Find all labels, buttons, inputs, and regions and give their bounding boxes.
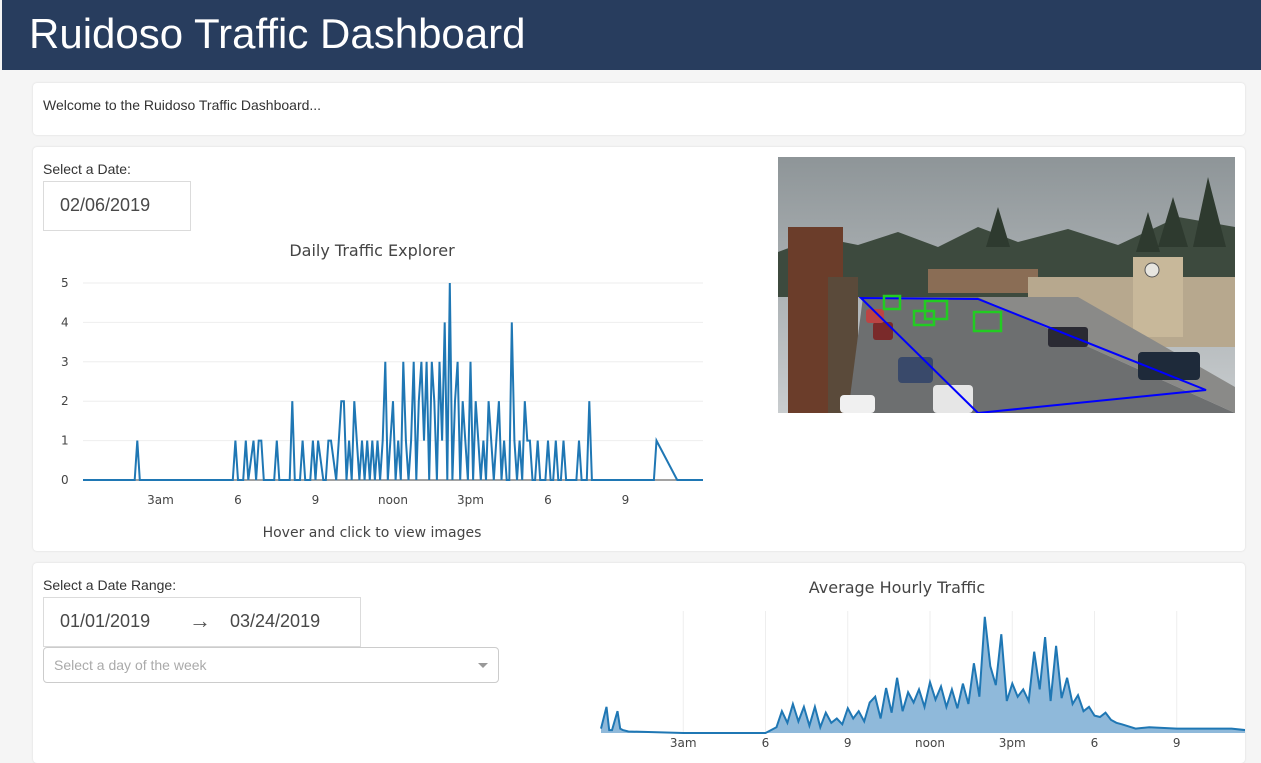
date-range-picker[interactable]: 01/01/2019 → 03/24/2019 bbox=[43, 597, 361, 647]
hourly-chart-title: Average Hourly Traffic bbox=[809, 578, 985, 597]
hourly-xtick-label: noon bbox=[915, 736, 945, 750]
daily-ytick-label: 5 bbox=[61, 276, 69, 290]
daily-ytick-label: 4 bbox=[61, 315, 69, 329]
daily-ytick-label: 0 bbox=[61, 473, 69, 487]
hourly-xtick-label: 6 bbox=[762, 736, 770, 750]
weekday-dropdown-placeholder: Select a day of the week bbox=[54, 657, 207, 673]
daily-xtick-label: 6 bbox=[544, 493, 552, 507]
daily-traffic-line[interactable] bbox=[83, 282, 703, 481]
page-title: Ruidoso Traffic Dashboard bbox=[29, 10, 526, 57]
daily-xtick-label: noon bbox=[378, 493, 408, 507]
daily-ytick-label: 2 bbox=[61, 394, 69, 408]
daily-ytick-label: 1 bbox=[61, 434, 69, 448]
daily-xtick-label: 9 bbox=[312, 493, 320, 507]
daily-xtick-label: 3pm bbox=[457, 493, 484, 507]
welcome-card: Welcome to the Ruidoso Traffic Dashboard… bbox=[33, 83, 1245, 135]
date-picker-value: 02/06/2019 bbox=[60, 195, 151, 215]
welcome-text: Welcome to the Ruidoso Traffic Dashboard… bbox=[43, 97, 322, 113]
date-picker[interactable]: 02/06/2019 bbox=[43, 181, 191, 231]
daily-xtick-label: 6 bbox=[234, 493, 242, 507]
chevron-down-icon[interactable] bbox=[478, 663, 488, 668]
traffic-camera-image bbox=[778, 157, 1235, 413]
daily-xtick-label: 3am bbox=[147, 493, 174, 507]
hourly-xtick-label: 3am bbox=[670, 736, 697, 750]
hourly-xtick-label: 3pm bbox=[999, 736, 1026, 750]
daily-traffic-chart[interactable]: Daily Traffic Explorer 0 1 2 3 4 5 3am 6 9 noon 3… bbox=[33, 233, 733, 551]
date-range-end[interactable]: 03/24/2019 bbox=[230, 611, 320, 632]
arrow-right-icon: → bbox=[189, 608, 211, 633]
hourly-xtick-label: 9 bbox=[844, 736, 852, 750]
date-range-card: Select a Date Range: 01/01/2019 → 03/24/… bbox=[33, 563, 1245, 763]
daily-chart-title: Daily Traffic Explorer bbox=[289, 241, 455, 260]
daily-traffic-card: Select a Date: 02/06/2019 Daily Traffic … bbox=[33, 147, 1245, 551]
weekday-dropdown[interactable]: Select a day of the week bbox=[43, 647, 499, 683]
app-header: Ruidoso Traffic Dashboard bbox=[2, 0, 1261, 70]
daily-chart-xlabel: Hover and click to view images bbox=[263, 525, 482, 541]
hourly-traffic-chart[interactable]: Average Hourly Traffic 3am 6 9 noon 3pm 6 9 bbox=[553, 563, 1245, 751]
date-range-label: Select a Date Range: bbox=[43, 577, 177, 593]
date-label: Select a Date: bbox=[43, 161, 131, 177]
hourly-xtick-label: 9 bbox=[1173, 736, 1181, 750]
hourly-xtick-label: 6 bbox=[1091, 736, 1099, 750]
daily-ytick-label: 3 bbox=[61, 355, 69, 369]
date-range-start[interactable]: 01/01/2019 bbox=[60, 611, 150, 632]
hourly-traffic-area bbox=[601, 616, 1245, 733]
daily-xtick-label: 9 bbox=[622, 493, 630, 507]
